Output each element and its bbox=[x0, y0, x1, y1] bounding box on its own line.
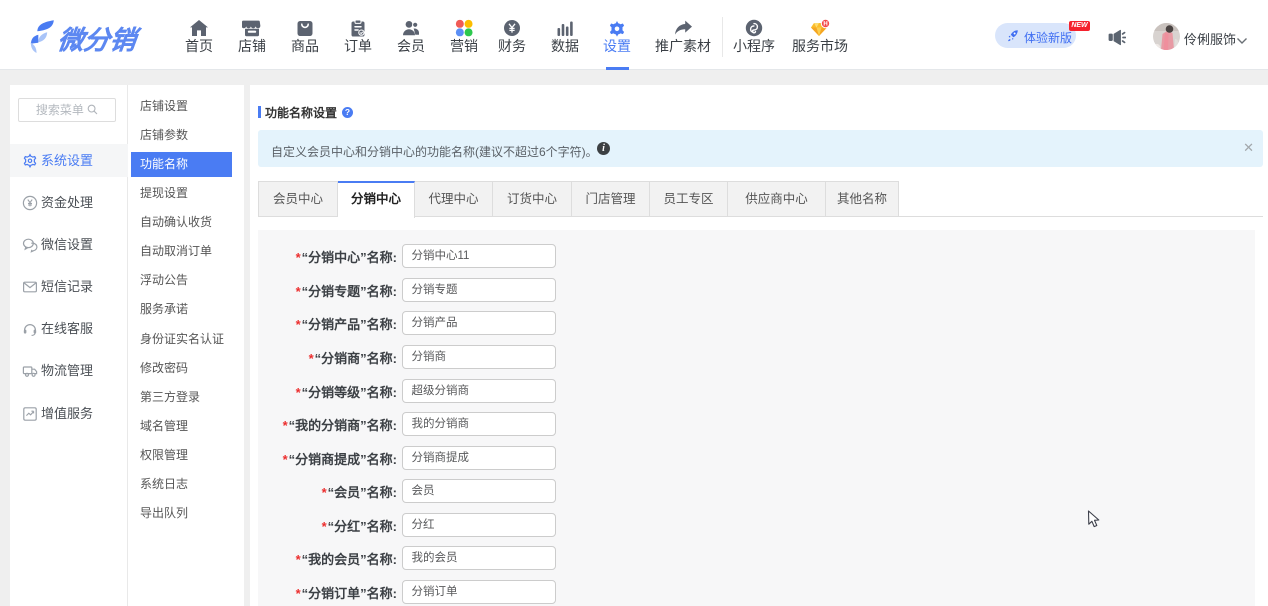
svg-text:H: H bbox=[823, 22, 827, 28]
